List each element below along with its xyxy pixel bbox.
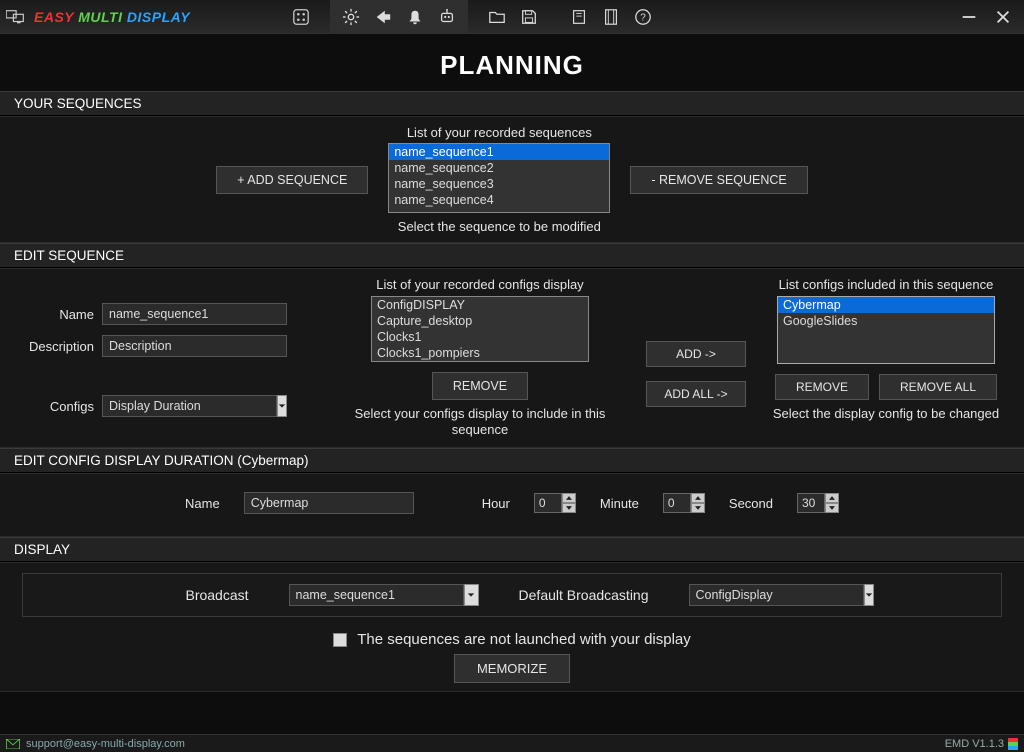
- film-icon[interactable]: [602, 8, 620, 26]
- remove-config-button[interactable]: REMOVE: [432, 372, 528, 400]
- default-broadcast-value[interactable]: [689, 584, 864, 606]
- minimize-button[interactable]: [960, 8, 978, 26]
- chevron-down-icon[interactable]: [691, 503, 705, 513]
- launch-checkbox-label: The sequences are not launched with your…: [357, 631, 691, 648]
- included-configs-label: List configs included in this sequence: [779, 277, 994, 293]
- broadcast-value[interactable]: [289, 584, 464, 606]
- folder-icon[interactable]: [488, 8, 506, 26]
- list-item[interactable]: name_sequence4: [389, 192, 609, 208]
- support-email[interactable]: support@easy-multi-display.com: [26, 738, 185, 750]
- sequences-header: YOUR SEQUENCES: [0, 91, 1024, 116]
- broadcast-label: Broadcast: [185, 587, 248, 603]
- help-icon[interactable]: ?: [634, 8, 652, 26]
- memorize-button[interactable]: MEMORIZE: [454, 654, 570, 683]
- mail-icon: [6, 739, 20, 749]
- chevron-down-icon[interactable]: [864, 584, 874, 606]
- second-spinner[interactable]: [797, 493, 839, 513]
- add-sequence-button[interactable]: + ADD SEQUENCE: [216, 166, 368, 194]
- default-broadcast-combo[interactable]: [689, 584, 839, 606]
- list-item[interactable]: Clocks1: [372, 329, 588, 345]
- toolbar: ?: [280, 0, 664, 34]
- minute-value[interactable]: [663, 493, 691, 513]
- list-item[interactable]: GoogleSlides: [778, 313, 994, 329]
- recorded-configs-hint: Select your configs display to include i…: [330, 406, 630, 440]
- add-config-button[interactable]: ADD ->: [646, 341, 746, 367]
- duration-name-input[interactable]: [244, 492, 414, 514]
- sequences-hint: Select the sequence to be modified: [398, 219, 601, 234]
- hour-spinner[interactable]: [534, 493, 576, 513]
- monitors-icon: [6, 8, 28, 26]
- minute-label: Minute: [600, 496, 639, 511]
- launch-checkbox[interactable]: [333, 633, 347, 647]
- chevron-down-icon[interactable]: [562, 503, 576, 513]
- book-icon[interactable]: [570, 8, 588, 26]
- description-label: Description: [14, 339, 94, 354]
- chevron-up-icon[interactable]: [691, 493, 705, 503]
- name-input[interactable]: [102, 303, 287, 325]
- name-label: Name: [14, 307, 94, 322]
- add-all-configs-button[interactable]: ADD ALL ->: [646, 381, 746, 407]
- list-item[interactable]: ConfigDISPLAY: [372, 297, 588, 313]
- minute-spinner[interactable]: [663, 493, 705, 513]
- chevron-down-icon[interactable]: [277, 395, 287, 417]
- second-label: Second: [729, 496, 773, 511]
- included-configs-hint: Select the display config to be changed: [773, 406, 999, 423]
- second-value[interactable]: [797, 493, 825, 513]
- included-configs-listbox[interactable]: CybermapGoogleSlides: [777, 296, 995, 364]
- chevron-down-icon[interactable]: [464, 584, 479, 606]
- configs-label: Configs: [14, 399, 94, 414]
- list-item[interactable]: Clocks1_pompiers: [372, 345, 588, 361]
- remove-sequence-button[interactable]: - REMOVE SEQUENCE: [630, 166, 807, 194]
- edit-sequence-header: EDIT SEQUENCE: [0, 243, 1024, 268]
- svg-text:?: ?: [640, 12, 646, 23]
- bell-icon[interactable]: [406, 8, 424, 26]
- duration-name-label: Name: [185, 496, 220, 511]
- recorded-configs-label: List of your recorded configs display: [376, 277, 583, 293]
- description-input[interactable]: [102, 335, 287, 357]
- recorded-configs-listbox[interactable]: ConfigDISPLAYCapture_desktopClocks1Clock…: [371, 296, 589, 362]
- sequences-listbox[interactable]: name_sequence1name_sequence2name_sequenc…: [388, 143, 610, 213]
- robot-icon[interactable]: [438, 8, 456, 26]
- version-label: EMD V1.1.3: [945, 738, 1004, 750]
- list-item[interactable]: name_sequence1: [389, 144, 609, 160]
- configs-combo-value[interactable]: [102, 395, 277, 417]
- brand-logo: EASY MULTI DISPLAY: [6, 8, 190, 26]
- save-icon[interactable]: [520, 8, 538, 26]
- broadcast-combo[interactable]: [289, 584, 479, 606]
- display-header: DISPLAY: [0, 537, 1024, 562]
- included-remove-all-button[interactable]: REMOVE ALL: [879, 374, 997, 400]
- included-remove-button[interactable]: REMOVE: [775, 374, 869, 400]
- close-button[interactable]: [994, 8, 1012, 26]
- list-item[interactable]: name_sequence2: [389, 160, 609, 176]
- page-title: PLANNING: [0, 34, 1024, 91]
- grid-icon[interactable]: [292, 8, 310, 26]
- share-icon[interactable]: [374, 8, 392, 26]
- sequences-list-label: List of your recorded sequences: [407, 125, 592, 140]
- gear-icon[interactable]: [342, 8, 360, 26]
- default-broadcast-label: Default Broadcasting: [519, 587, 649, 603]
- list-item[interactable]: Cybermap: [778, 297, 994, 313]
- chevron-down-icon[interactable]: [825, 503, 839, 513]
- configs-combo[interactable]: [102, 395, 287, 417]
- list-item[interactable]: Capture_desktop: [372, 313, 588, 329]
- chevron-up-icon[interactable]: [825, 493, 839, 503]
- brand-stripe-icon: [1008, 738, 1018, 750]
- hour-value[interactable]: [534, 493, 562, 513]
- list-item[interactable]: name_sequence3: [389, 176, 609, 192]
- hour-label: Hour: [482, 496, 510, 511]
- edit-duration-header: EDIT CONFIG DISPLAY DURATION (Cybermap): [0, 448, 1024, 473]
- titlebar: EASY MULTI DISPLAY ?: [0, 0, 1024, 34]
- chevron-up-icon[interactable]: [562, 493, 576, 503]
- statusbar: support@easy-multi-display.com EMD V1.1.…: [0, 734, 1024, 752]
